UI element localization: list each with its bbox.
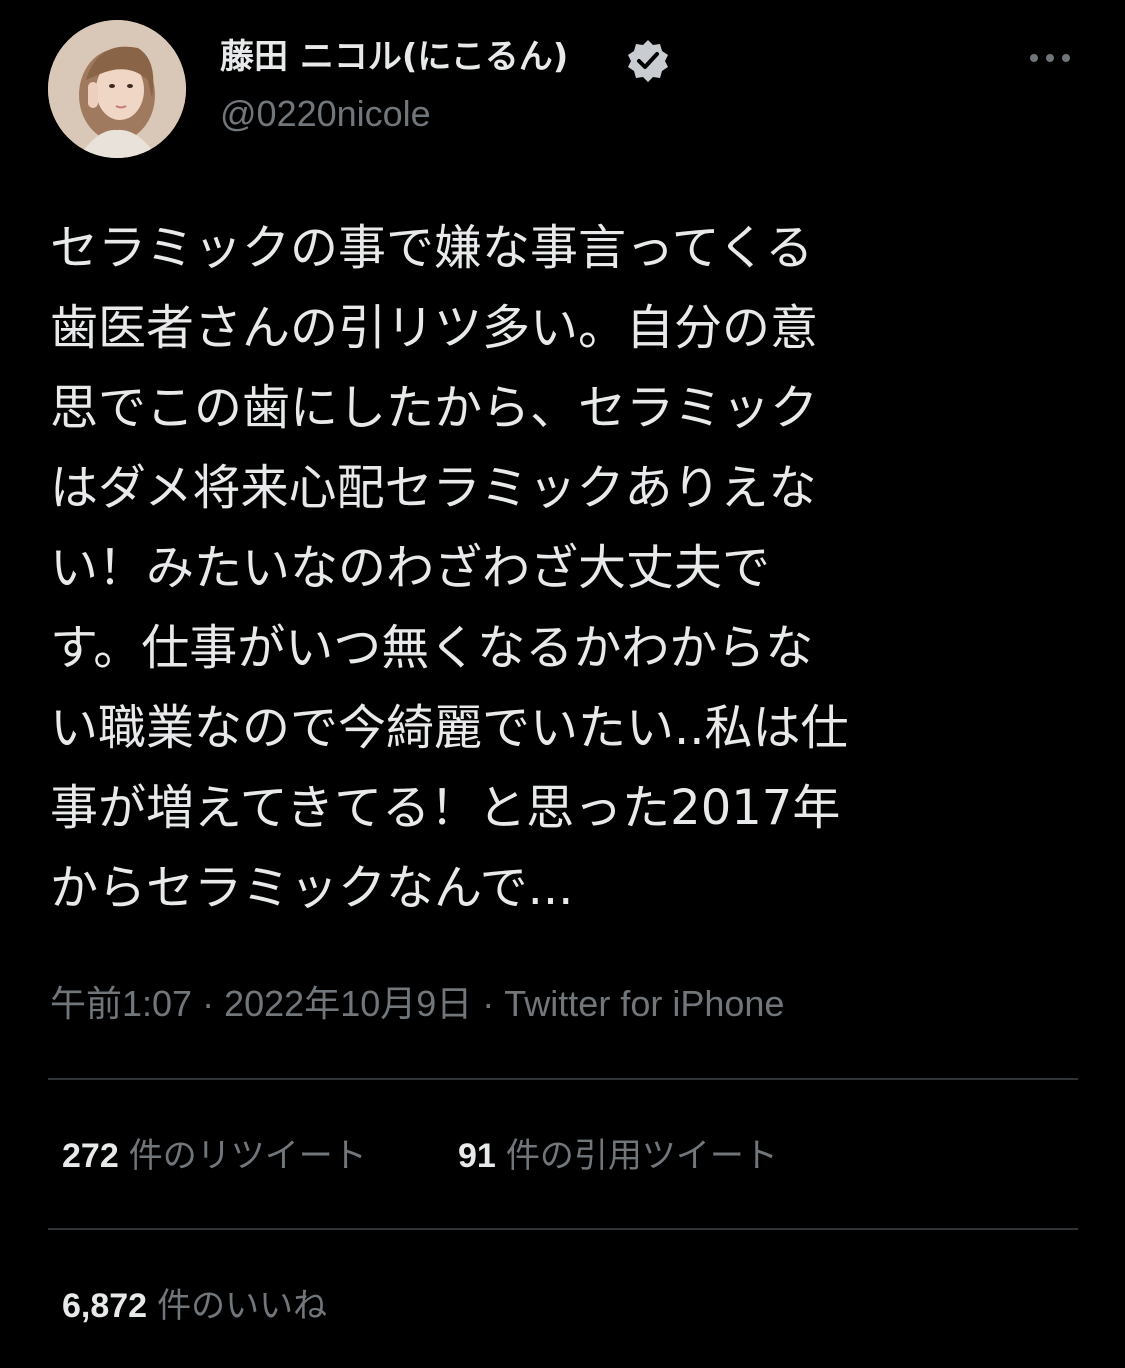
divider xyxy=(48,1228,1078,1230)
tweet-source[interactable]: Twitter for iPhone xyxy=(504,983,784,1024)
tweet-metadata: 午前1:07 · 2022年10月9日 · Twitter for iPhone xyxy=(50,980,784,1028)
retweets-stat[interactable]: 272 件のリツイート xyxy=(62,1134,367,1178)
tweet-text: セラミックの事で嫌な事言ってくる 歯医者さんの引リツ多い。自分の意 思でこの歯に… xyxy=(50,208,1090,928)
more-horizontal-icon[interactable] xyxy=(1020,40,1080,76)
meta-separator: · xyxy=(482,983,495,1024)
tweet-text-line: セラミックの事で嫌な事言ってくる xyxy=(50,220,814,276)
tweet-text-line: 歯医者さんの引リツ多い。自分の意 xyxy=(50,300,819,356)
tweet-text-line: 事が増えてきてる！と思った2017年 xyxy=(50,780,841,836)
meta-separator: · xyxy=(202,983,215,1024)
retweets-label: 件のリツイート xyxy=(128,1136,367,1176)
tweet-date[interactable]: 2022年10月9日 xyxy=(224,983,472,1024)
likes-count: 6,872 xyxy=(62,1287,148,1325)
quotes-stat[interactable]: 91 件の引用ツイート xyxy=(458,1134,778,1178)
quotes-count: 91 xyxy=(458,1137,496,1175)
retweets-count: 272 xyxy=(62,1137,119,1175)
tweet-detail: 藤田 ニコル(にこるん) @0220nicole セラミックの事で嫌な事言ってく… xyxy=(0,0,1125,1368)
tweet-text-line: い職業なので今綺麗でいたい..私は仕 xyxy=(50,700,849,756)
avatar[interactable] xyxy=(48,20,186,158)
author-handle[interactable]: @0220nicole xyxy=(220,92,431,136)
divider xyxy=(48,1078,1078,1080)
verified-badge-icon xyxy=(628,40,668,82)
author-name[interactable]: 藤田 ニコル(にこるん) xyxy=(220,36,568,78)
tweet-text-line: い！みたいなのわざわざ大丈夫で xyxy=(50,540,771,596)
quotes-label: 件の引用ツイート xyxy=(505,1136,778,1176)
tweet-time[interactable]: 午前1:07 xyxy=(50,983,192,1024)
tweet-text-line: からセラミックなんで... xyxy=(50,860,574,916)
tweet-text-line: す。仕事がいつ無くなるかわからな xyxy=(50,620,814,676)
avatar-photo xyxy=(48,20,186,158)
tweet-text-line: はダメ将来心配セラミックありえな xyxy=(50,460,817,516)
likes-stat[interactable]: 6,872 件のいいね xyxy=(62,1284,327,1328)
tweet-text-line: 思でこの歯にしたから、セラミック xyxy=(50,380,819,436)
likes-label: 件のいいね xyxy=(157,1286,328,1326)
